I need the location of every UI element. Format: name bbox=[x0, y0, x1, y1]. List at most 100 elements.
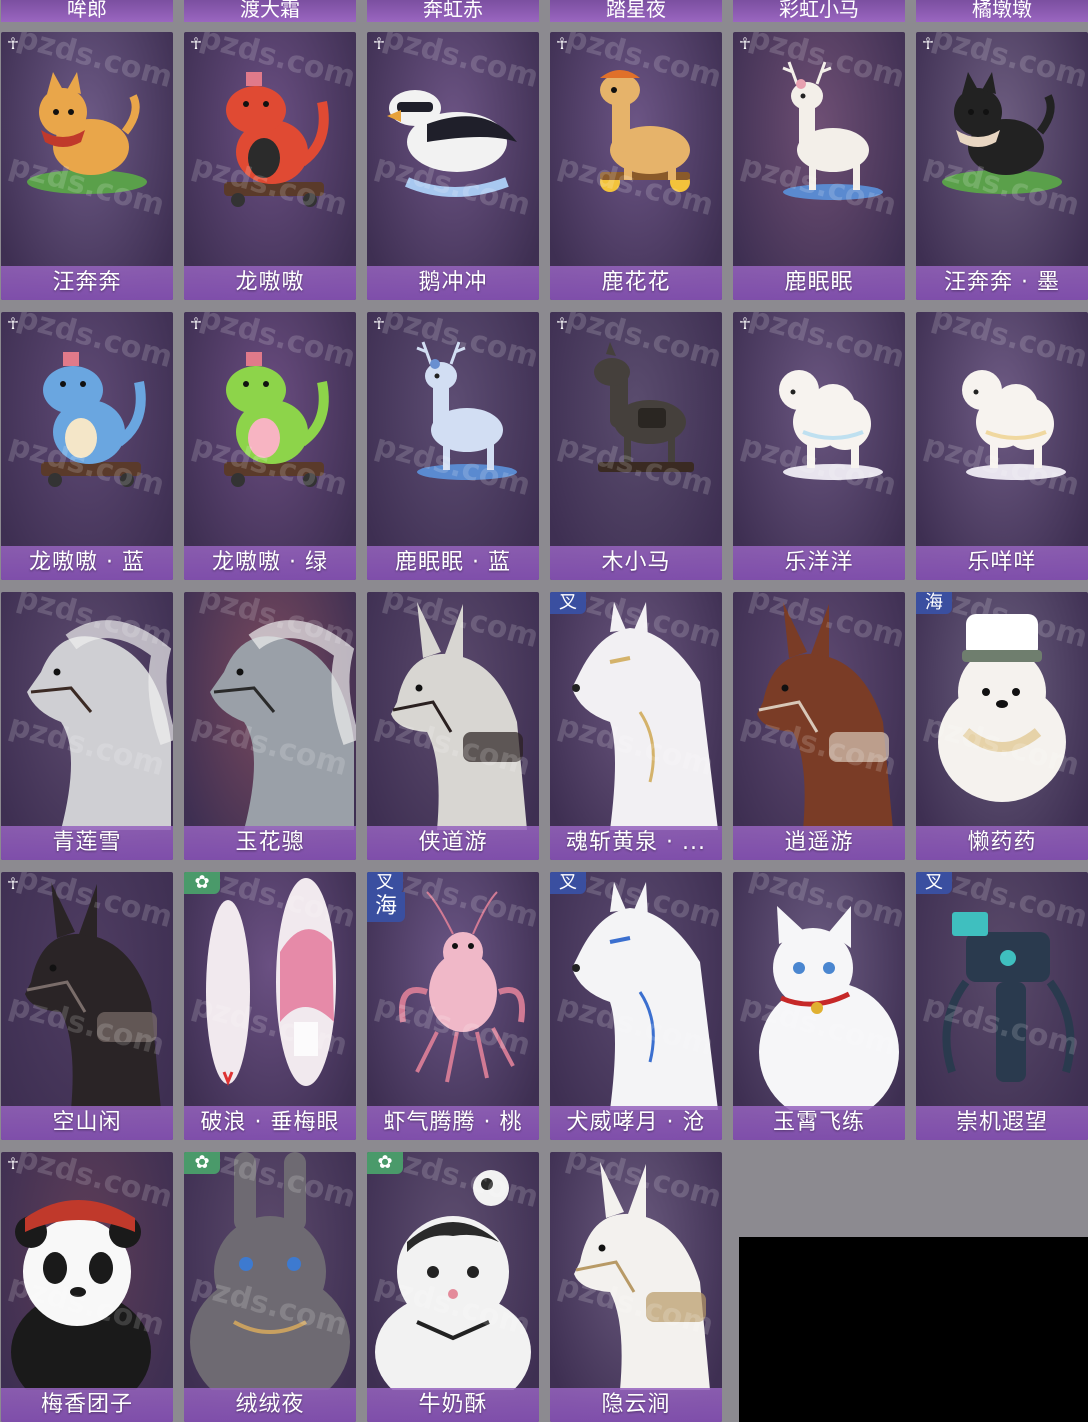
mount-name-label: 绒绒夜 bbox=[184, 1388, 356, 1422]
mount-card[interactable]: pzds.compzds.com☥梅香团子 bbox=[1, 1152, 173, 1422]
mount-name-label: 龙嗷嗷 bbox=[184, 266, 356, 300]
mount-mech-image bbox=[916, 872, 1088, 1110]
sea-badge: 海 bbox=[367, 892, 405, 922]
mount-wolf-white-image bbox=[550, 872, 722, 1110]
mount-name-label: 木小马 bbox=[550, 546, 722, 580]
mount-card[interactable]: pzds.compzds.com☥汪奔奔 bbox=[1, 32, 173, 300]
mount-card[interactable]: pzds.compzds.com乐咩咩 bbox=[916, 312, 1088, 580]
category-badge: 叉 bbox=[550, 592, 586, 614]
mount-card[interactable]: pzds.compzds.com☥空山闲 bbox=[1, 872, 173, 1140]
wings-icon: ☥ bbox=[190, 34, 202, 53]
mount-sheep-image bbox=[733, 312, 905, 550]
mount-deer-image bbox=[733, 32, 905, 270]
mount-horse-toy-image bbox=[550, 312, 722, 550]
leaf-icon: ✿ bbox=[184, 872, 220, 894]
mount-card[interactable]: pzds.compzds.com☥木小马 bbox=[550, 312, 722, 580]
top-strip-label[interactable]: 踏星夜 bbox=[550, 0, 722, 22]
top-strip-label[interactable]: 橘墩墩 bbox=[916, 0, 1088, 22]
wings-icon: ☥ bbox=[7, 34, 19, 53]
mount-name-label: 龙嗷嗷 · 蓝 bbox=[1, 546, 173, 580]
mount-card[interactable]: pzds.compzds.com玉霄飞练 bbox=[733, 872, 905, 1140]
mount-dino-image bbox=[184, 312, 356, 550]
wings-icon: ☥ bbox=[556, 34, 568, 53]
mount-panda-image bbox=[1, 1152, 173, 1412]
wings-icon: ☥ bbox=[373, 34, 385, 53]
mount-card[interactable]: pzds.compzds.com叉犬威哮月 · 沧 bbox=[550, 872, 722, 1140]
mount-card[interactable]: pzds.compzds.com✿破浪 · 垂梅眼 bbox=[184, 872, 356, 1140]
mount-horse-image bbox=[184, 592, 356, 830]
wings-icon: ☥ bbox=[7, 874, 19, 893]
mount-name-label: 逍遥游 bbox=[733, 826, 905, 860]
mount-name-label: 空山闲 bbox=[1, 1106, 173, 1140]
mount-card[interactable]: pzds.compzds.com☥汪奔奔 · 墨 bbox=[916, 32, 1088, 300]
mount-rabbit-image bbox=[184, 1152, 356, 1412]
top-strip-label[interactable]: 彩虹小马 bbox=[733, 0, 905, 22]
mount-card[interactable]: pzds.compzds.com☥鹅冲冲 bbox=[367, 32, 539, 300]
mount-card[interactable]: pzds.compzds.com叉海虾气腾腾 · 桃 bbox=[367, 872, 539, 1140]
mount-dog-black-image bbox=[916, 32, 1088, 270]
leaf-icon: ✿ bbox=[367, 1152, 403, 1174]
top-strip-label[interactable]: 渡大霜 bbox=[184, 0, 356, 22]
mount-donkey-image bbox=[1, 872, 173, 1110]
mount-name-label: 汪奔奔 · 墨 bbox=[916, 266, 1088, 300]
leaf-icon: ✿ bbox=[184, 1152, 220, 1174]
mount-name-label: 懒药药 bbox=[916, 826, 1088, 860]
wings-icon: ☥ bbox=[7, 1154, 19, 1173]
mount-name-label: 破浪 · 垂梅眼 bbox=[184, 1106, 356, 1140]
category-badge: 叉 bbox=[916, 872, 952, 894]
mount-card[interactable]: pzds.compzds.com逍遥游 bbox=[733, 592, 905, 860]
mount-card[interactable]: pzds.compzds.com☥龙嗷嗷 · 绿 bbox=[184, 312, 356, 580]
wings-icon: ☥ bbox=[373, 314, 385, 333]
mount-name-label: 虾气腾腾 · 桃 bbox=[367, 1106, 539, 1140]
top-strip-label[interactable]: 奔虹赤 bbox=[367, 0, 539, 22]
mount-card[interactable]: pzds.compzds.com叉魂斩黄泉 · ... bbox=[550, 592, 722, 860]
mount-giraffe-image bbox=[550, 32, 722, 270]
mount-collection-grid: 哞郎渡大霜奔虹赤踏星夜彩虹小马橘墩墩pzds.compzds.com☥汪奔奔pz… bbox=[0, 0, 1088, 1422]
category-badge: 海 bbox=[916, 592, 952, 614]
mount-card[interactable]: pzds.compzds.com✿牛奶酥 bbox=[367, 1152, 539, 1422]
mount-deer-image bbox=[367, 312, 539, 550]
mount-card[interactable]: pzds.compzds.com☥鹿眠眠 bbox=[733, 32, 905, 300]
mount-donkey-image bbox=[733, 592, 905, 830]
mount-name-label: 鹅冲冲 bbox=[367, 266, 539, 300]
mount-name-label: 鹿眠眠 · 蓝 bbox=[367, 546, 539, 580]
mount-card[interactable]: pzds.compzds.com☥龙嗷嗷 · 蓝 bbox=[1, 312, 173, 580]
mount-card[interactable]: pzds.compzds.com✿绒绒夜 bbox=[184, 1152, 356, 1422]
mount-cow-cat-image bbox=[367, 1152, 539, 1412]
mount-card[interactable]: pzds.compzds.com☥龙嗷嗷 bbox=[184, 32, 356, 300]
mount-sheep-image bbox=[916, 312, 1088, 550]
mount-dino-image bbox=[184, 32, 356, 270]
mount-donkey-image bbox=[367, 592, 539, 830]
mount-wolf-white-image bbox=[550, 592, 722, 830]
top-strip-label[interactable]: 哞郎 bbox=[1, 0, 173, 22]
mount-card[interactable]: pzds.compzds.com☥鹿花花 bbox=[550, 32, 722, 300]
mount-penguin-image bbox=[367, 32, 539, 270]
mount-cat-image bbox=[733, 872, 905, 1122]
category-badge: 叉 bbox=[550, 872, 586, 894]
mount-card[interactable]: pzds.compzds.com隐云涧 bbox=[550, 1152, 722, 1422]
mount-name-label: 隐云涧 bbox=[550, 1388, 722, 1422]
category-badge: 叉 bbox=[367, 872, 403, 894]
mount-card[interactable]: pzds.compzds.com侠道游 bbox=[367, 592, 539, 860]
mount-card[interactable]: pzds.compzds.com玉花骢 bbox=[184, 592, 356, 860]
wings-icon: ☥ bbox=[739, 314, 751, 333]
mount-bear-image bbox=[916, 592, 1088, 830]
mount-name-label: 乐咩咩 bbox=[916, 546, 1088, 580]
mount-dog-orange-image bbox=[1, 32, 173, 270]
mount-name-label: 玉花骢 bbox=[184, 826, 356, 860]
mount-surfboard-image bbox=[184, 872, 356, 1110]
mount-name-label: 鹿花花 bbox=[550, 266, 722, 300]
mount-name-label: 乐洋洋 bbox=[733, 546, 905, 580]
wings-icon: ☥ bbox=[922, 34, 934, 53]
mount-name-label: 梅香团子 bbox=[1, 1388, 173, 1422]
mount-name-label: 鹿眠眠 bbox=[733, 266, 905, 300]
mount-name-label: 牛奶酥 bbox=[367, 1388, 539, 1422]
mount-card[interactable]: pzds.compzds.com叉崇机遐望 bbox=[916, 872, 1088, 1140]
mount-name-label: 犬威哮月 · 沧 bbox=[550, 1106, 722, 1140]
mount-name-label: 侠道游 bbox=[367, 826, 539, 860]
mount-card[interactable]: pzds.compzds.com☥鹿眠眠 · 蓝 bbox=[367, 312, 539, 580]
mount-card[interactable]: pzds.compzds.com海懒药药 bbox=[916, 592, 1088, 860]
mount-card[interactable]: pzds.compzds.com青莲雪 bbox=[1, 592, 173, 860]
wings-icon: ☥ bbox=[190, 314, 202, 333]
mount-card[interactable]: pzds.compzds.com☥乐洋洋 bbox=[733, 312, 905, 580]
